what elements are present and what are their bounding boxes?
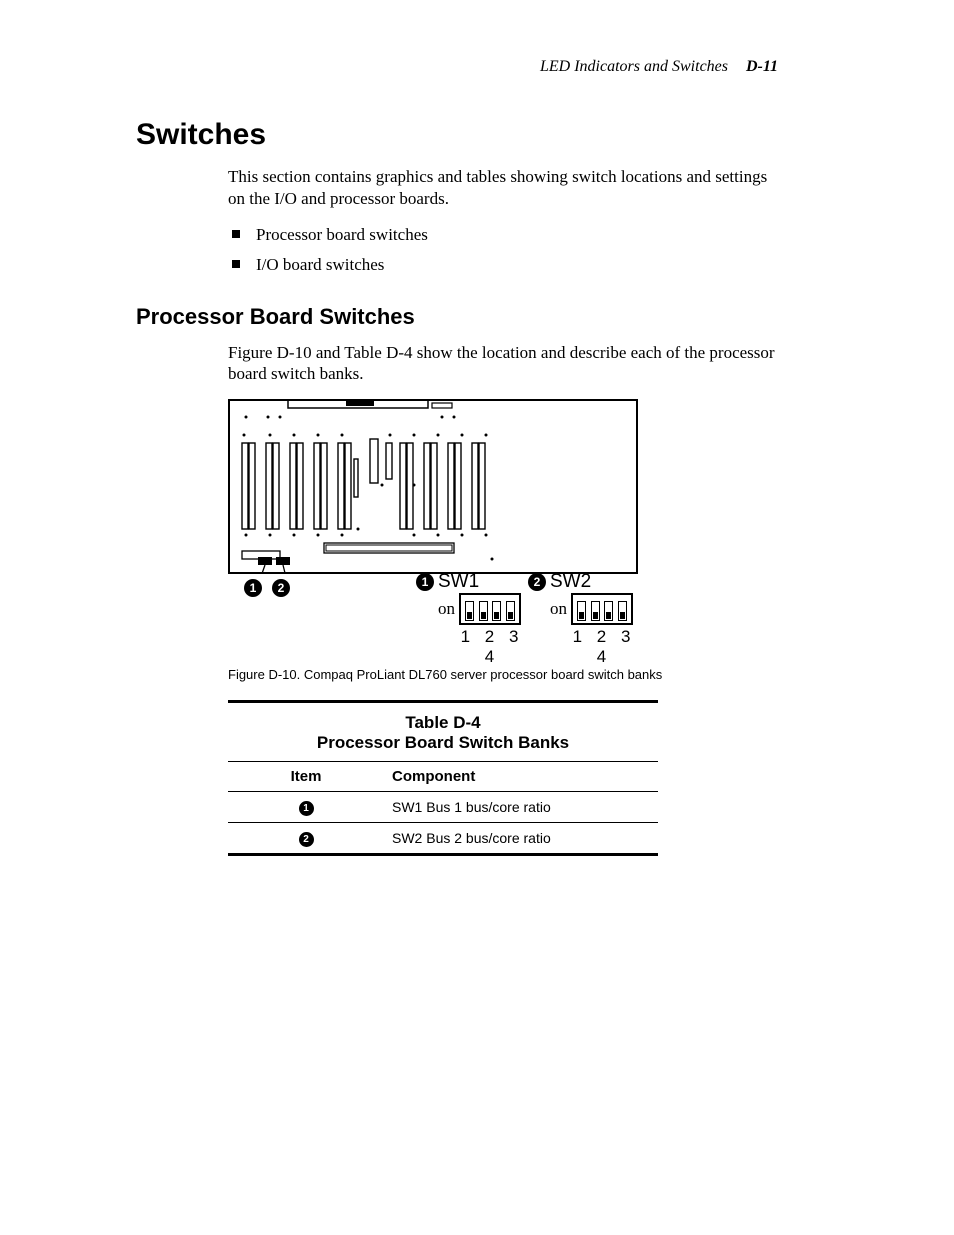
- figure-caption: Figure D-10. Compaq ProLiant DL760 serve…: [228, 667, 778, 682]
- switch-numbers-sw2: 1 2 3 4: [570, 627, 638, 667]
- table-number: Table D-4: [228, 713, 658, 733]
- row-component: SW2 Bus 2 bus/core ratio: [384, 823, 658, 854]
- table-header-item: Item: [228, 762, 384, 792]
- switch-label-sw1: SW1: [438, 571, 479, 593]
- dip-switch-sw1: [459, 593, 521, 625]
- section-bullet-list: Processor board switches I/O board switc…: [228, 224, 778, 276]
- list-item: I/O board switches: [228, 254, 778, 276]
- page-number: D-11: [746, 58, 778, 75]
- callout-marker-2: 2: [272, 579, 290, 597]
- switch-on-label: on: [550, 599, 567, 619]
- dip-switch-sw2: [571, 593, 633, 625]
- switch-on-label: on: [438, 599, 455, 619]
- figure-block: 1 2 1 SW1 on: [228, 399, 778, 856]
- callout-marker-1: 1: [244, 579, 262, 597]
- figure-callouts: 1 2: [244, 579, 290, 597]
- section-heading: Switches: [136, 118, 778, 152]
- table-header-component: Component: [384, 762, 658, 792]
- subsection-para: Figure D-10 and Table D-4 show the locat…: [228, 342, 778, 386]
- list-item: Processor board switches: [228, 224, 778, 246]
- switch-numbers-sw1: 1 2 3 4: [458, 627, 526, 667]
- switch-detail-panels: 1 SW1 on 1 2 3 4 2: [438, 571, 638, 667]
- subsection-heading: Processor Board Switches: [136, 304, 778, 330]
- table-row: 2 SW2 Bus 2 bus/core ratio: [228, 823, 658, 854]
- switch-panel-sw1: 1 SW1 on 1 2 3 4: [438, 571, 526, 667]
- running-header: LED Indicators and Switches D-11: [136, 58, 778, 76]
- row-component: SW1 Bus 1 bus/core ratio: [384, 792, 658, 823]
- callout-marker-2-icon: 2: [528, 573, 546, 591]
- callout-marker-1-icon: 1: [416, 573, 434, 591]
- table-row: 1 SW1 Bus 1 bus/core ratio: [228, 792, 658, 823]
- figure-composite: 1 2 1 SW1 on: [228, 399, 638, 657]
- running-title: LED Indicators and Switches: [540, 58, 728, 75]
- switch-panel-sw2: 2 SW2 on 1 2 3 4: [550, 571, 638, 667]
- table-block: Table D-4 Processor Board Switch Banks I…: [228, 700, 658, 856]
- processor-board-diagram: [228, 399, 638, 574]
- row-marker-icon: 1: [299, 801, 314, 816]
- section-intro: This section contains graphics and table…: [228, 166, 778, 210]
- switch-label-sw2: SW2: [550, 571, 591, 593]
- switch-bank-table: Item Component 1 SW1 Bus 1 bus/core rati…: [228, 761, 658, 853]
- table-title: Processor Board Switch Banks: [228, 733, 658, 753]
- row-marker-icon: 2: [299, 832, 314, 847]
